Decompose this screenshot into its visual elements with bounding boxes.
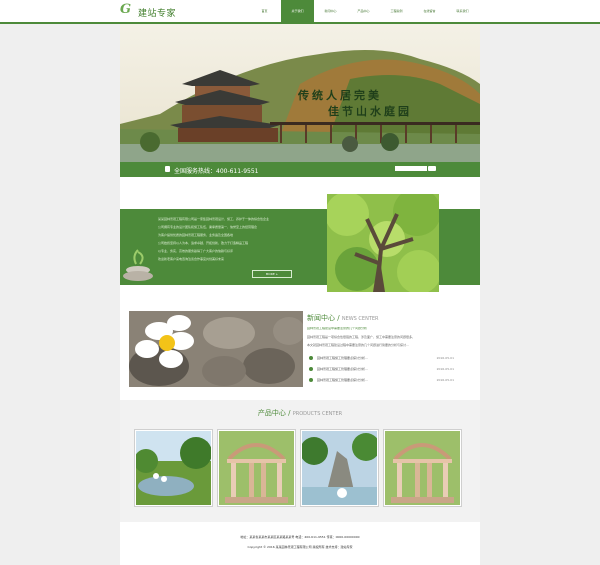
footer-address: 地址：某某省某某市某某区某某路某某号 电话：400-611-9551 传真：00…	[240, 535, 360, 539]
banner-slogan-line1: 传统人居完美	[298, 89, 382, 102]
about-more-button[interactable]: MORE +	[252, 270, 292, 278]
news-list: 园林景观工程施工管理要点探讨分析... 2016-05-01 园林景观工程施工管…	[309, 352, 454, 385]
stones-plant-icon	[123, 249, 153, 281]
phone-icon	[165, 166, 170, 172]
product-image-stone-pavilion-2	[385, 431, 460, 505]
news-list-item[interactable]: 园林景观工程施工管理要点探讨分析... 2016-05-01	[309, 352, 454, 363]
search-input[interactable]	[395, 166, 427, 171]
product-card[interactable]	[383, 429, 462, 507]
news-item-date: 2016-05-01	[436, 377, 454, 382]
logo-initial: G	[120, 2, 132, 17]
news-list-item[interactable]: 园林景观工程施工管理要点探讨分析... 2016-05-01	[309, 363, 454, 374]
news-desc-line: 本文就园林景观工程建设过程中需要注意的几个问题进行简要的分析与探讨...	[307, 343, 409, 347]
about-intro: 某某园林景观工程有限公司是一家集园林景观设计、施工、养护于一体的综合性企业 公司…	[158, 217, 294, 265]
products-section-title: 产品中心 / PRODUCTS CENTER	[257, 409, 343, 417]
about-line: 某某园林景观工程有限公司是一家集园林景观设计、施工、养护于一体的综合性企业	[158, 217, 270, 221]
news-title-cn: 新闻中心	[307, 314, 335, 322]
product-image-pond-garden	[136, 431, 211, 505]
news-item-title[interactable]: 园林景观工程施工管理要点探讨分析...	[317, 356, 368, 360]
about-line: 以专业、务实、高效的服务赢得了广大客户的信赖与好评	[158, 249, 234, 253]
about-line: 公司拥有专业的设计团队和施工队伍，秉承质量第一、信誉至上的经营理念	[158, 225, 258, 229]
site-footer: 地址：某某省某某市某某区某某路某某号 电话：400-611-9551 传真：00…	[120, 535, 480, 555]
about-line: 欢迎新老客户来电咨询洽谈合作事宜共创美好未来	[158, 257, 225, 261]
nav-item-home[interactable]: 首页	[248, 0, 281, 22]
products-title-en: PRODUCTS CENTER	[292, 411, 343, 417]
tree-photo	[327, 194, 439, 292]
about-line: 为客户提供优质的园林景观工程服务，业务遍及全国各地	[158, 233, 234, 237]
nav-item-contact[interactable]: 联系我们	[446, 0, 479, 22]
product-card[interactable]	[217, 429, 296, 507]
bullet-icon	[309, 355, 313, 360]
news-title-en: NEWS CENTER	[341, 316, 379, 322]
site-logo[interactable]: G 建站专家	[120, 2, 200, 19]
news-item-title[interactable]: 园林景观工程施工管理要点探讨分析...	[317, 367, 368, 371]
news-item-date: 2016-05-01	[436, 366, 454, 371]
about-line: 公司始终坚持以人为本、追求卓越、开拓创新，致力于打造精品工程	[158, 241, 249, 245]
search-button[interactable]	[428, 166, 436, 171]
nav-item-message[interactable]: 在线留言	[413, 0, 446, 22]
banner-slogan-line2: 佳节山水庭园	[328, 105, 412, 118]
product-image-stone-pavilion	[219, 431, 294, 505]
news-item-date: 2016-05-01	[436, 355, 454, 360]
footer-copyright: Copyright © 2016 某某园林景观工程有限公司 版权所有 技术支持：…	[247, 545, 353, 549]
product-card[interactable]	[300, 429, 379, 507]
bullet-icon	[309, 366, 313, 371]
news-lead-link[interactable]: 园林景观工程建设中需要注意的几个问题分析	[307, 327, 467, 330]
hotline-text: 全国服务热线：400-611-9551	[174, 168, 259, 175]
nav-item-news[interactable]: 新闻中心	[314, 0, 347, 22]
product-image-rockery-fountain	[302, 431, 377, 505]
logo-text: 建站专家	[138, 9, 177, 19]
news-item-title[interactable]: 园林景观工程施工管理要点探讨分析...	[317, 378, 368, 382]
main-nav: 首页 关于我们 新闻中心 产品中心 工程案例 在线留言 联系我们	[248, 0, 479, 22]
products-title-cn: 产品中心	[257, 409, 286, 417]
news-stones-flower-photo	[129, 311, 303, 387]
news-section-title: 新闻中心 / NEWS CENTER	[307, 314, 379, 322]
product-card[interactable]	[134, 429, 213, 507]
nav-item-about[interactable]: 关于我们	[281, 0, 314, 22]
nav-item-cases[interactable]: 工程案例	[380, 0, 413, 22]
news-desc-line: 园林景观工程是一项综合性很强的工程，涉及面广，施工中需要注意的问题很多，	[307, 335, 416, 339]
news-list-item[interactable]: 园林景观工程施工管理要点探讨分析... 2016-05-01	[309, 374, 454, 385]
bullet-icon	[309, 377, 313, 382]
nav-item-products[interactable]: 产品中心	[347, 0, 380, 22]
news-description: 园林景观工程是一项综合性很强的工程，涉及面广，施工中需要注意的问题很多， 本文就…	[307, 335, 467, 351]
